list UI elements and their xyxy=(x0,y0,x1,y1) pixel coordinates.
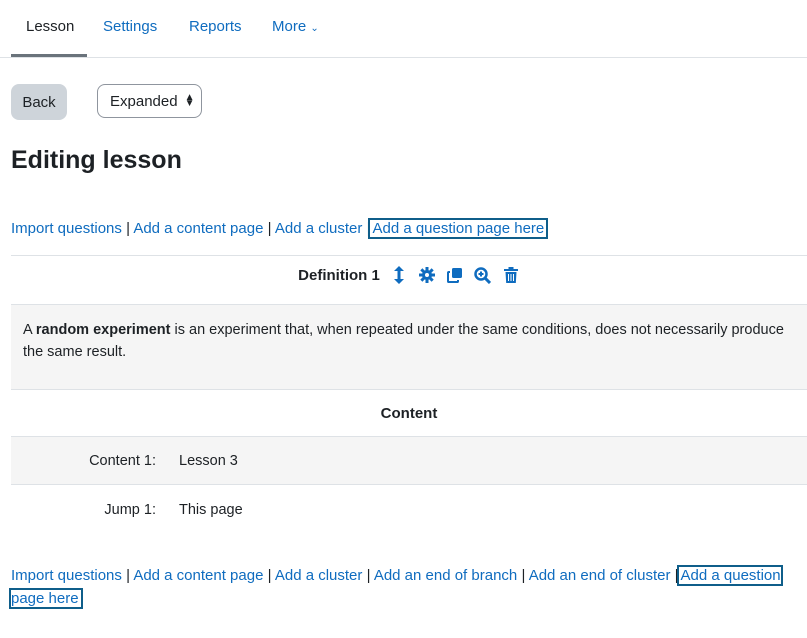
row-value: This page xyxy=(179,502,243,518)
settings-icon[interactable] xyxy=(418,266,436,284)
table-row: Jump 1: This page xyxy=(11,486,807,534)
row-label: Jump 1: xyxy=(104,502,156,518)
add-question-page-link[interactable]: Add a question page here xyxy=(368,218,549,239)
page-title: Editing lesson xyxy=(11,146,182,174)
tab-settings[interactable]: Settings xyxy=(103,18,157,35)
lesson-page-header: Definition 1 xyxy=(11,266,807,284)
lesson-page-description: A random experiment is an experiment tha… xyxy=(11,304,807,390)
separator: | xyxy=(126,220,130,237)
duplicate-icon[interactable] xyxy=(446,266,464,284)
view-mode-select[interactable]: Expanded ▲ ▼ xyxy=(97,84,202,118)
description-text: A xyxy=(23,322,36,338)
add-cluster-link[interactable]: Add a cluster xyxy=(275,567,363,584)
row-label: Content 1: xyxy=(89,452,156,469)
separator: | xyxy=(366,567,371,584)
separator: | xyxy=(267,220,272,237)
table-row: Content 1: Lesson 3 xyxy=(11,437,807,485)
move-icon[interactable] xyxy=(390,266,408,284)
separator: | xyxy=(267,567,272,584)
lesson-page-title: Definition 1 xyxy=(298,266,380,284)
description-bold-term: random experiment xyxy=(35,322,171,338)
tab-more-label: More xyxy=(272,18,307,35)
divider xyxy=(11,255,807,256)
delete-icon[interactable] xyxy=(502,266,520,284)
back-button[interactable]: Back xyxy=(11,84,67,120)
tab-reports[interactable]: Reports xyxy=(189,18,242,35)
row-value: Lesson 3 xyxy=(179,452,238,469)
import-questions-link[interactable]: Import questions xyxy=(11,220,122,237)
add-content-page-link[interactable]: Add a content page xyxy=(133,220,263,237)
active-tab-indicator xyxy=(11,54,87,57)
add-end-of-branch-link[interactable]: Add an end of branch xyxy=(374,567,517,584)
bottom-action-links: Import questions | Add a content page | … xyxy=(9,564,801,610)
separator: | xyxy=(521,567,526,584)
secondary-navigation: Lesson Settings Reports More ⌄ xyxy=(0,0,807,58)
import-questions-link[interactable]: Import questions xyxy=(11,567,122,584)
separator: | xyxy=(674,567,679,584)
tab-more[interactable]: More ⌄ xyxy=(272,18,319,35)
content-header: Content xyxy=(11,390,807,437)
tab-lesson[interactable]: Lesson xyxy=(26,18,74,35)
top-action-links: Import questions | Add a content page | … xyxy=(11,217,549,240)
sort-caret-icon: ▲ ▼ xyxy=(184,92,195,109)
view-mode-value: Expanded xyxy=(110,92,178,110)
add-cluster-link[interactable]: Add a cluster xyxy=(275,220,363,237)
add-content-page-link[interactable]: Add a content page xyxy=(133,567,263,584)
chevron-down-icon: ⌄ xyxy=(310,23,319,34)
add-end-of-cluster-link[interactable]: Add an end of cluster xyxy=(529,567,671,584)
separator: | xyxy=(126,567,130,584)
preview-icon[interactable] xyxy=(474,266,492,284)
